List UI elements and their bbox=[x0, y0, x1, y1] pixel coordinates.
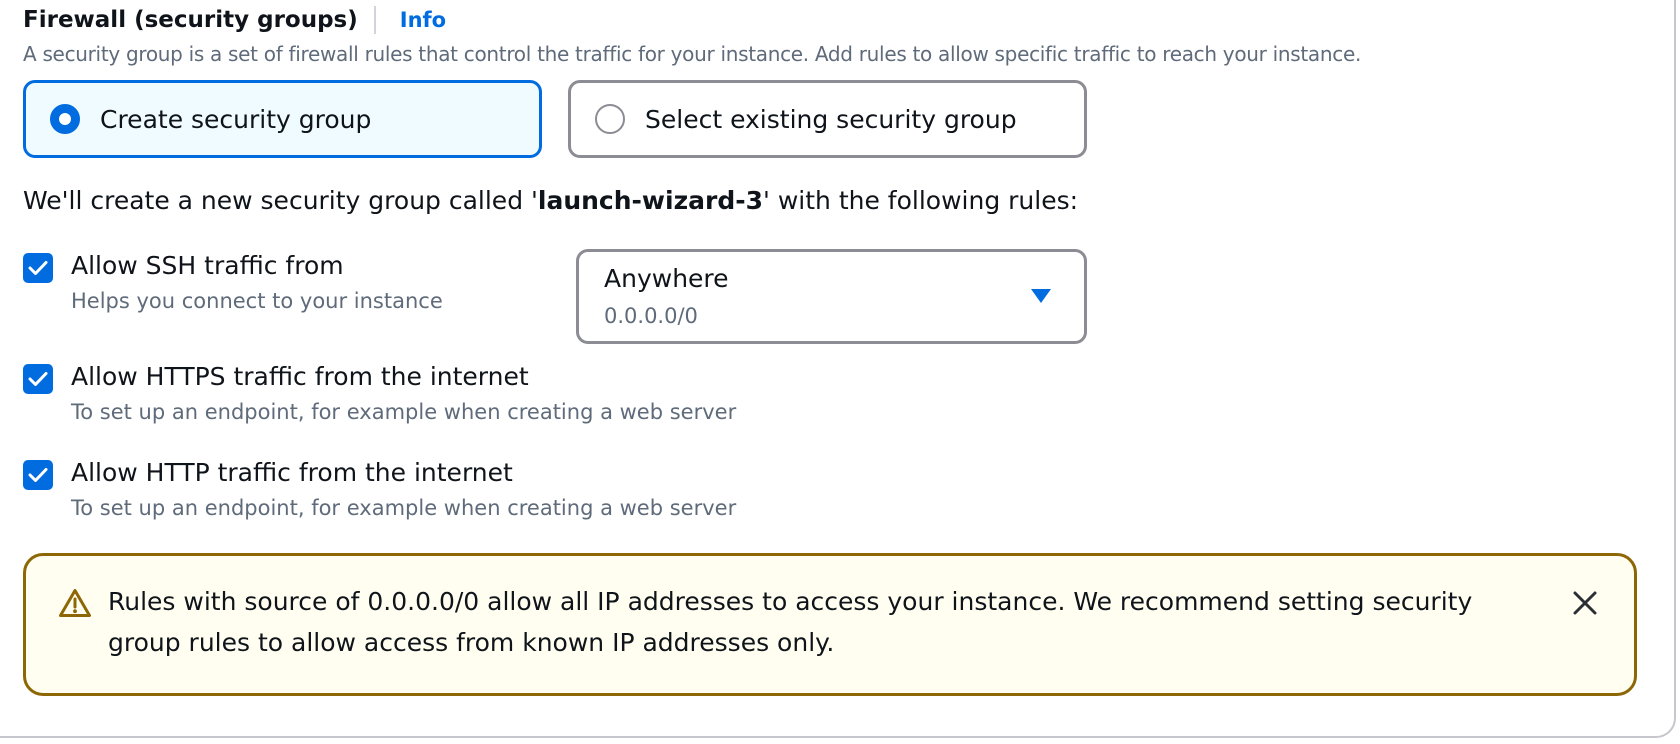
http-checkbox[interactable] bbox=[23, 460, 53, 490]
warning-icon bbox=[59, 589, 91, 617]
note-suffix: ' with the following rules: bbox=[763, 186, 1079, 215]
checkmark-icon bbox=[28, 261, 48, 275]
ssh-source-select[interactable]: Anywhere 0.0.0.0/0 bbox=[576, 249, 1087, 344]
warning-alert: Rules with source of 0.0.0.0/0 allow all… bbox=[23, 553, 1637, 696]
select-existing-security-group-tile[interactable]: Select existing security group bbox=[568, 80, 1087, 158]
https-rule-label: Allow HTTPS traffic from the internet bbox=[71, 362, 529, 391]
https-checkbox[interactable] bbox=[23, 364, 53, 394]
create-security-group-label: Create security group bbox=[100, 104, 372, 134]
security-group-note: We'll create a new security group called… bbox=[23, 186, 1078, 215]
create-security-group-radio[interactable] bbox=[50, 104, 80, 134]
ssh-source-cidr: 0.0.0.0/0 bbox=[604, 304, 698, 328]
ssh-rule-label: Allow SSH traffic from bbox=[71, 251, 344, 280]
info-link[interactable]: Info bbox=[400, 8, 446, 32]
ssh-source-value: Anywhere bbox=[604, 264, 729, 293]
http-rule-description: To set up an endpoint, for example when … bbox=[71, 496, 737, 520]
ssh-rule-description: Helps you connect to your instance bbox=[71, 289, 443, 313]
section-title: Firewall (security groups) bbox=[23, 7, 358, 33]
section-header: Firewall (security groups) Info bbox=[23, 4, 446, 36]
ssh-checkbox[interactable] bbox=[23, 253, 53, 283]
select-existing-security-group-label: Select existing security group bbox=[645, 104, 1017, 134]
warning-message: Rules with source of 0.0.0.0/0 allow all… bbox=[108, 587, 1473, 657]
checkmark-icon bbox=[28, 372, 48, 386]
header-divider bbox=[373, 6, 376, 34]
select-existing-security-group-radio[interactable] bbox=[595, 104, 625, 134]
checkmark-icon bbox=[28, 468, 48, 482]
http-rule-label: Allow HTTP traffic from the internet bbox=[71, 458, 513, 487]
caret-down-icon bbox=[1031, 289, 1051, 303]
security-group-name: launch-wizard-3 bbox=[537, 186, 764, 215]
create-security-group-tile[interactable]: Create security group bbox=[23, 80, 542, 158]
note-prefix: We'll create a new security group called… bbox=[23, 186, 538, 215]
section-description: A security group is a set of firewall ru… bbox=[23, 42, 1362, 66]
close-icon[interactable] bbox=[1572, 590, 1598, 616]
https-rule-description: To set up an endpoint, for example when … bbox=[71, 400, 737, 424]
